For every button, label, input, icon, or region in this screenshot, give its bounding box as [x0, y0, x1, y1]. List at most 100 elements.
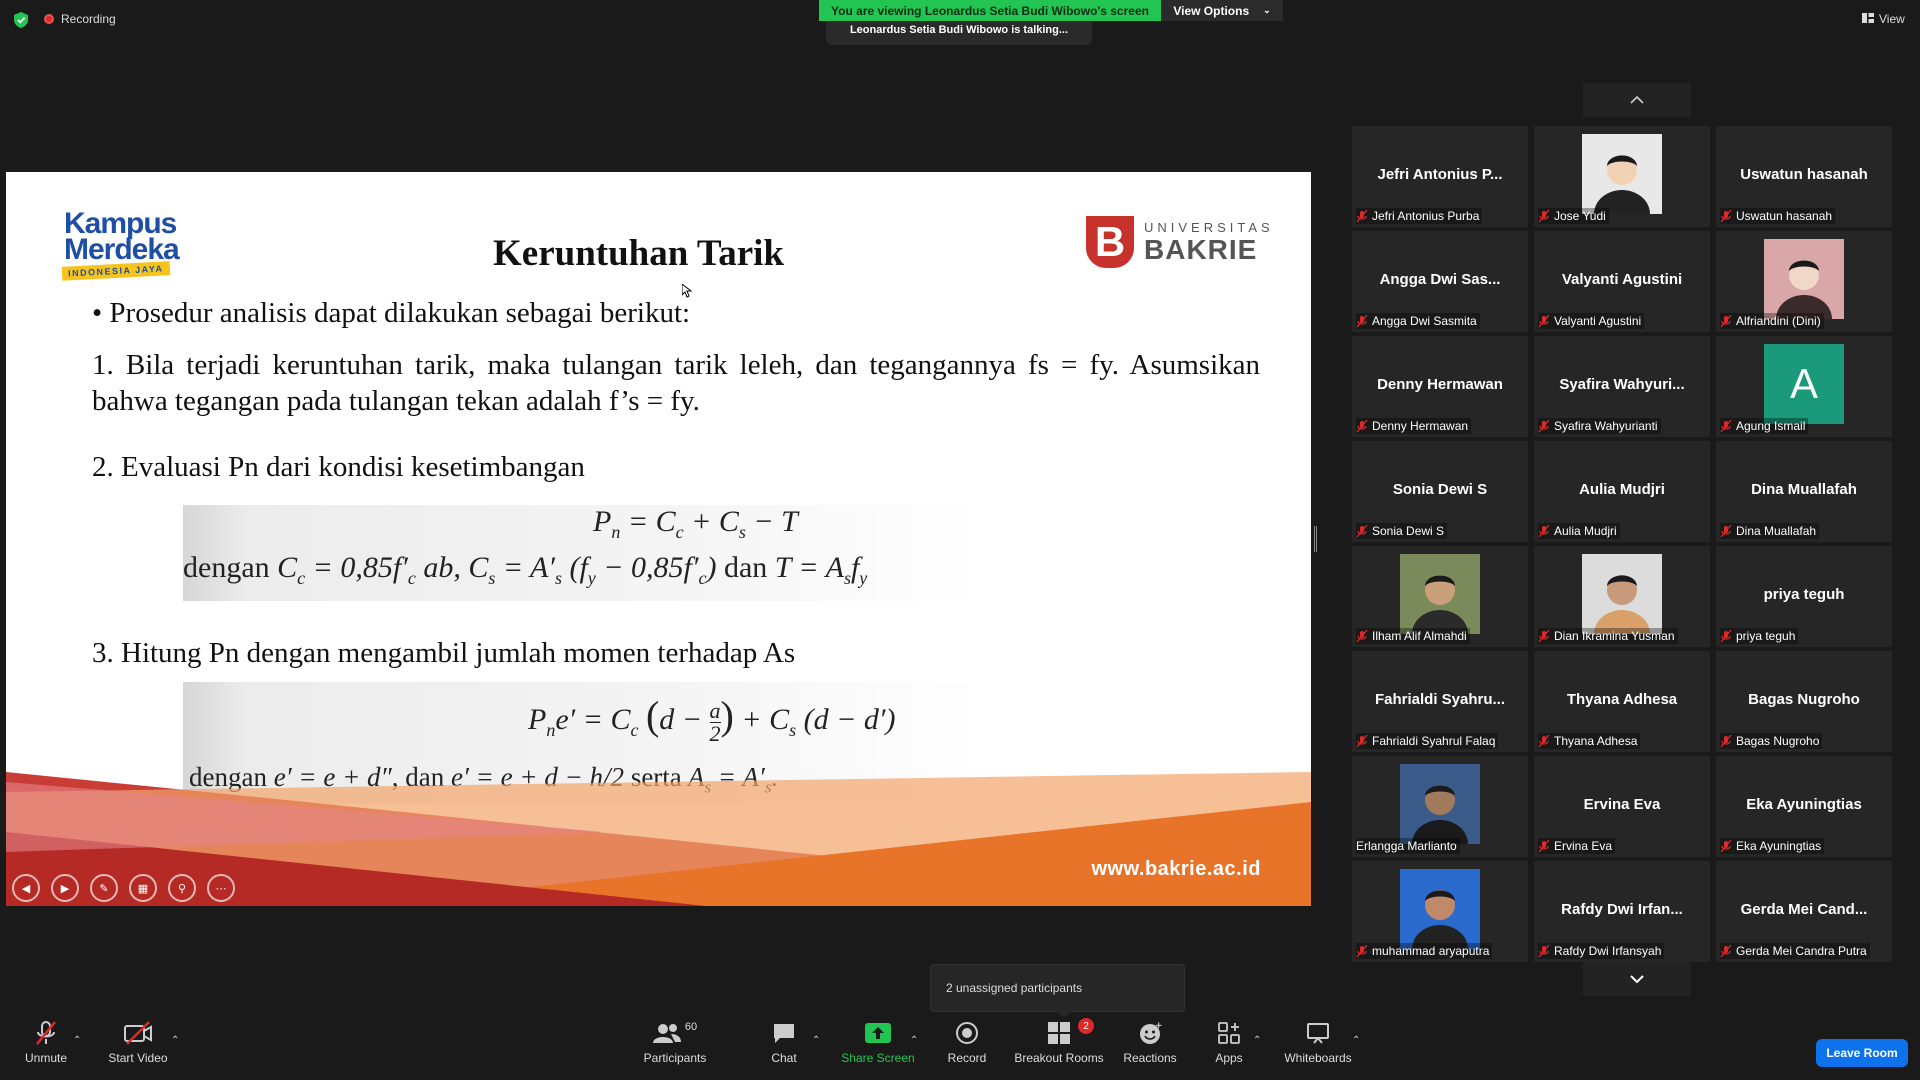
participant-name: Erlangga Marlianto [1356, 839, 1457, 853]
pen-icon[interactable]: ✎ [90, 874, 118, 902]
recording-indicator[interactable]: Recording [44, 12, 116, 26]
participant-tile[interactable]: Alfriandini (Dini) [1716, 231, 1892, 332]
view-options-button[interactable]: View Options ⌄ [1161, 0, 1283, 21]
microphone-muted-icon [1720, 629, 1732, 643]
record-button[interactable]: Record [942, 1018, 992, 1078]
participant-name: Syafira Wahyurianti [1554, 419, 1658, 433]
participant-display-name: priya teguh [1763, 586, 1845, 603]
participant-tile[interactable]: Gerda Mei Cand... Gerda Mei Candra Putra [1716, 861, 1892, 962]
previous-slide-icon[interactable]: ◀ [12, 874, 40, 902]
participant-name: Dian Ikramina Yusman [1554, 629, 1675, 643]
microphone-muted-icon [1538, 944, 1550, 958]
audio-options-caret-icon[interactable]: ⌃ [73, 1035, 81, 1046]
next-slide-icon[interactable]: ▶ [51, 874, 79, 902]
reactions-button[interactable]: + Reactions [1120, 1018, 1180, 1078]
participants-button[interactable]: 60 Participants [640, 1018, 710, 1078]
microphone-muted-icon [1538, 524, 1550, 538]
apps-options-caret-icon[interactable]: ⌃ [1253, 1035, 1261, 1046]
microphone-muted-icon [1720, 419, 1732, 433]
participant-tile[interactable]: Erlangga Marlianto [1352, 756, 1528, 857]
apps-label: Apps [1215, 1051, 1243, 1065]
gallery-page-up-button[interactable] [1583, 83, 1691, 117]
participant-name-label: Ervina Eva [1538, 838, 1616, 854]
share-options-caret-icon[interactable]: ⌃ [910, 1035, 918, 1046]
whiteboards-options-caret-icon[interactable]: ⌃ [1352, 1035, 1360, 1046]
participant-tile[interactable]: Denny Hermawan Denny Hermawan [1352, 336, 1528, 437]
participant-tile[interactable]: Eka Ayuningtias Eka Ayuningtias [1716, 756, 1892, 857]
breakout-rooms-button[interactable]: 2 Breakout Rooms [1012, 1018, 1106, 1078]
participant-display-name: Valyanti Agustini [1561, 271, 1683, 288]
microphone-muted-icon [1538, 314, 1550, 328]
slide-point-2: 2. Evaluasi Pn dari kondisi kesetimbanga… [92, 451, 585, 483]
participant-name-label: Angga Dwi Sasmita [1356, 313, 1480, 329]
participant-name: Ilham Alif Almahdi [1372, 629, 1467, 643]
microphone-muted-icon [1538, 839, 1550, 853]
participant-tile[interactable]: Valyanti Agustini Valyanti Agustini [1534, 231, 1710, 332]
participant-tile[interactable]: Fahrialdi Syahru... Fahrialdi Syahrul Fal… [1352, 651, 1528, 752]
apps-icon [1218, 1022, 1240, 1044]
slide-controls: ◀ ▶ ✎ ▦ ⚲ ⋯ [12, 874, 235, 902]
microphone-muted-icon [1538, 209, 1550, 223]
participant-video [1400, 869, 1480, 949]
participant-display-name: Angga Dwi Sas... [1379, 271, 1501, 288]
participant-tile[interactable]: A Agung Ismail [1716, 336, 1892, 437]
talking-text: Leonardus Setia Budi Wibowo is talking..… [849, 24, 1069, 36]
security-shield-icon[interactable] [14, 12, 28, 28]
microphone-muted-icon [1720, 314, 1732, 328]
participant-tile[interactable]: Dina Muallafah Dina Muallafah [1716, 441, 1892, 542]
recording-label: Recording [61, 12, 116, 26]
gallery-page-down-button[interactable] [1583, 962, 1691, 996]
view-button[interactable]: View [1862, 12, 1905, 26]
more-options-icon[interactable]: ⋯ [207, 874, 235, 902]
microphone-muted-icon [1356, 524, 1368, 538]
participant-name: Agung Ismail [1736, 419, 1806, 433]
participant-tile[interactable]: Jose Yudi [1534, 126, 1710, 227]
panel-resize-handle[interactable] [1314, 526, 1317, 552]
participant-tile[interactable]: Syafira Wahyuri... Syafira Wahyurianti [1534, 336, 1710, 437]
participant-name: Sonia Dewi S [1372, 524, 1445, 538]
start-video-button[interactable]: Start Video [104, 1018, 172, 1078]
participant-name-label: Fahrialdi Syahrul Falaq [1356, 733, 1499, 749]
slide-title: Keruntuhan Tarik [493, 233, 784, 274]
leave-room-button[interactable]: Leave Room [1816, 1039, 1908, 1067]
univ-big-text: BAKRIE [1144, 234, 1258, 265]
participant-tile[interactable]: Angga Dwi Sas... Angga Dwi Sasmita [1352, 231, 1528, 332]
participant-tile[interactable]: priya teguh priya teguh [1716, 546, 1892, 647]
participant-tile[interactable]: Aulia Mudjri Aulia Mudjri [1534, 441, 1710, 542]
record-icon [956, 1022, 978, 1044]
zoom-icon[interactable]: ⚲ [168, 874, 196, 902]
video-options-caret-icon[interactable]: ⌃ [171, 1035, 179, 1046]
participant-tile[interactable]: Uswatun hasanah Uswatun hasanah [1716, 126, 1892, 227]
participant-name-label: Alfriandini (Dini) [1720, 313, 1824, 329]
microphone-muted-icon [1720, 944, 1732, 958]
slides-grid-icon[interactable]: ▦ [129, 874, 157, 902]
participant-tile[interactable]: Thyana Adhesa Thyana Adhesa [1534, 651, 1710, 752]
participant-tile[interactable]: Jefri Antonius P... Jefri Antonius Purba [1352, 126, 1528, 227]
whiteboards-button[interactable]: Whiteboards [1282, 1018, 1354, 1078]
participant-tile[interactable]: Ilham Alif Almahdi [1352, 546, 1528, 647]
participant-name: Valyanti Agustini [1554, 314, 1642, 328]
slide-point-3: 3. Hitung Pn dengan mengambil jumlah mom… [92, 637, 796, 669]
unmute-button[interactable]: Unmute [18, 1018, 74, 1078]
participant-video [1400, 554, 1480, 634]
participant-tile[interactable]: Sonia Dewi S Sonia Dewi S [1352, 441, 1528, 542]
apps-button[interactable]: Apps [1208, 1018, 1250, 1078]
participant-tile[interactable]: Ervina Eva Ervina Eva [1534, 756, 1710, 857]
participant-name-label: Denny Hermawan [1356, 418, 1472, 434]
participant-tile[interactable]: Dian Ikramina Yusman [1534, 546, 1710, 647]
participant-display-name: Sonia Dewi S [1392, 481, 1488, 498]
participant-display-name: Gerda Mei Cand... [1740, 901, 1868, 918]
record-label: Record [947, 1051, 987, 1065]
participant-display-name: Rafdy Dwi Irfan... [1561, 901, 1683, 918]
share-screen-button[interactable]: Share Screen [838, 1018, 918, 1078]
participant-tile[interactable]: muhammad aryaputra [1352, 861, 1528, 962]
unassigned-participants-tooltip[interactable]: 2 unassigned participants [930, 964, 1185, 1019]
chat-options-caret-icon[interactable]: ⌃ [812, 1035, 820, 1046]
participant-name: Uswatun hasanah [1736, 209, 1833, 223]
participant-tile[interactable]: Rafdy Dwi Irfan... Rafdy Dwi Irfansyah [1534, 861, 1710, 962]
microphone-muted-icon [1720, 209, 1732, 223]
microphone-muted-icon [1538, 629, 1550, 643]
chat-button[interactable]: Chat [760, 1018, 808, 1078]
participant-display-name: Jefri Antonius P... [1377, 166, 1503, 183]
participant-tile[interactable]: Bagas Nugroho Bagas Nugroho [1716, 651, 1892, 752]
